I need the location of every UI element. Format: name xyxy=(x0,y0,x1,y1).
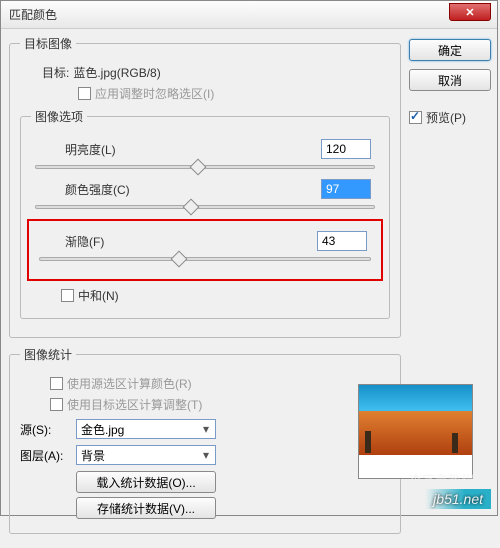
watermark-site: jb51.net xyxy=(425,489,491,509)
image-options-group: 图像选项 明亮度(L) 颜色强度(C) xyxy=(20,108,390,319)
image-stats-group: 图像统计 使用源选区计算颜色(R) 使用目标选区计算调整(T) 源(S): 金色… xyxy=(9,346,401,534)
ignore-selection-label: 应用调整时忽略选区(I) xyxy=(95,85,214,102)
intensity-row: 颜色强度(C) xyxy=(31,179,379,209)
layer-combo[interactable]: 背景 ▾ xyxy=(76,445,216,465)
stats-legend: 图像统计 xyxy=(20,346,76,363)
cancel-button[interactable]: 取消 xyxy=(409,69,491,91)
use-source-sel-checkbox[interactable] xyxy=(50,377,63,390)
fade-row: 渐隐(F) xyxy=(35,231,375,261)
load-stats-button[interactable]: 载入统计数据(O)... xyxy=(76,471,216,493)
titlebar: 匹配颜色 ✕ xyxy=(1,1,497,29)
luminance-label: 明亮度(L) xyxy=(65,141,116,158)
fade-slider[interactable] xyxy=(39,257,371,261)
source-value: 金色.jpg xyxy=(81,421,124,438)
intensity-input[interactable] xyxy=(321,179,371,199)
neutralize-label: 中和(N) xyxy=(78,287,119,304)
fade-thumb[interactable] xyxy=(170,251,187,268)
luminance-thumb[interactable] xyxy=(190,159,207,176)
target-image-group: 目标图像 目标: 蓝色.jpg(RGB/8) 应用调整时忽略选区(I) 图像选项… xyxy=(9,35,401,338)
target-value: 蓝色.jpg(RGB/8) xyxy=(73,64,160,81)
save-stats-button[interactable]: 存储统计数据(V)... xyxy=(76,497,216,519)
preview-checkbox[interactable] xyxy=(409,111,422,124)
intensity-label: 颜色强度(C) xyxy=(65,181,130,198)
use-target-sel-label: 使用目标选区计算调整(T) xyxy=(67,396,202,413)
ok-button[interactable]: 确定 xyxy=(409,39,491,61)
image-options-legend: 图像选项 xyxy=(31,108,87,125)
fade-input[interactable] xyxy=(317,231,367,251)
watermark-cn: 查字典教程网 xyxy=(409,470,487,489)
luminance-slider[interactable] xyxy=(35,165,375,169)
chevron-down-icon: ▾ xyxy=(199,422,213,436)
match-color-dialog: 匹配颜色 ✕ 目标图像 目标: 蓝色.jpg(RGB/8) 应用调整时忽略选区(… xyxy=(0,0,498,516)
chevron-down-icon: ▾ xyxy=(199,448,213,462)
target-legend: 目标图像 xyxy=(20,35,76,52)
source-thumbnail xyxy=(358,384,473,479)
preview-label: 预览(P) xyxy=(426,109,466,126)
source-label: 源(S): xyxy=(20,421,76,438)
source-combo[interactable]: 金色.jpg ▾ xyxy=(76,419,216,439)
luminance-input[interactable] xyxy=(321,139,371,159)
luminance-row: 明亮度(L) xyxy=(31,139,379,169)
close-button[interactable]: ✕ xyxy=(449,3,491,21)
fade-label: 渐隐(F) xyxy=(65,233,104,250)
intensity-thumb[interactable] xyxy=(183,199,200,216)
ignore-selection-checkbox[interactable] xyxy=(78,87,91,100)
target-label: 目标: xyxy=(42,64,69,81)
layer-value: 背景 xyxy=(81,447,105,464)
dialog-title: 匹配颜色 xyxy=(5,6,57,23)
neutralize-checkbox[interactable] xyxy=(61,289,74,302)
fade-highlight: 渐隐(F) xyxy=(27,219,383,281)
use-source-sel-label: 使用源选区计算颜色(R) xyxy=(67,375,192,392)
intensity-slider[interactable] xyxy=(35,205,375,209)
layer-label: 图层(A): xyxy=(20,447,76,464)
use-target-sel-checkbox[interactable] xyxy=(50,398,63,411)
